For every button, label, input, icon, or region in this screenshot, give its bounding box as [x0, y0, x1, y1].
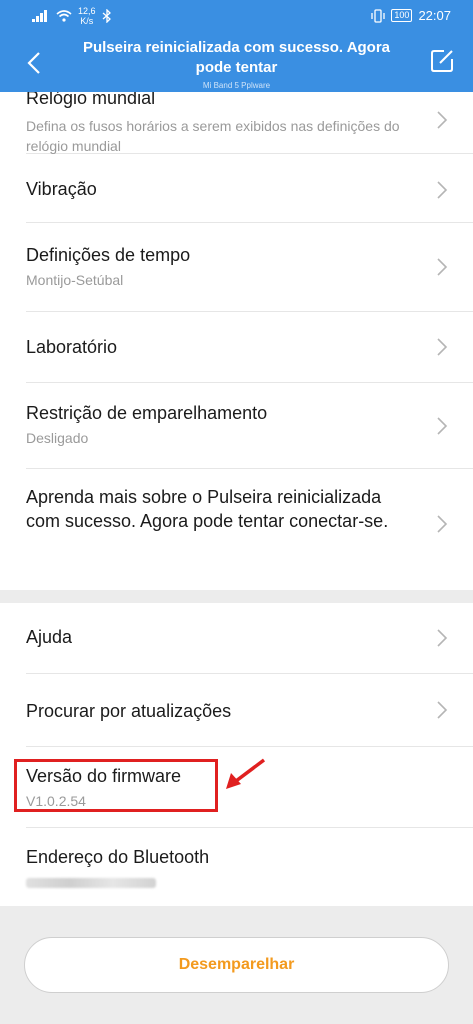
list-item-bluetooth-address: Endereço do Bluetooth — [26, 828, 473, 908]
list-item-pairing-restriction[interactable]: Restrição de emparelhamento Desligado — [26, 383, 473, 469]
list-item-time-settings[interactable]: Definições de tempo Montijo-Setúbal — [26, 223, 473, 312]
device-name: Mi Band 5 Pplware — [202, 81, 271, 90]
chevron-right-icon — [437, 416, 448, 435]
speed-unit: K/s — [80, 16, 94, 26]
row-title: Endereço do Bluetooth — [26, 847, 210, 867]
network-speed: 12,6 K/s — [78, 6, 96, 26]
status-right: 100 22:07 — [371, 8, 451, 23]
chevron-right-icon — [437, 515, 448, 533]
chevron-right-icon — [437, 110, 448, 129]
app-header: 12,6 K/s 100 22:07 Pulseira reinicializa… — [0, 0, 473, 92]
row-title: Relógio mundial — [26, 92, 156, 108]
row-title: Vibração — [26, 179, 97, 199]
signal-icon — [32, 10, 47, 22]
row-title: Restrição de emparelhamento — [26, 403, 268, 423]
row-title: Aprenda mais sobre o Pulseira reiniciali… — [26, 487, 389, 531]
bluetooth-icon — [102, 9, 111, 23]
about-card: Ajuda Procurar por atualizações Versão d… — [0, 603, 473, 906]
list-item-world-clock[interactable]: Relógio mundial Defina os fusos horários… — [26, 92, 473, 154]
row-title: Laboratório — [26, 337, 118, 357]
list-item-help[interactable]: Ajuda — [26, 603, 473, 674]
clock: 22:07 — [418, 8, 451, 23]
chevron-right-icon — [437, 338, 448, 356]
row-title: Ajuda — [26, 627, 73, 647]
list-item-check-updates[interactable]: Procurar por atualizações — [26, 674, 473, 747]
status-bar: 12,6 K/s 100 22:07 — [0, 0, 473, 34]
row-title: Definições de tempo — [26, 245, 191, 265]
page-title: Pulseira reinicializada com sucesso. Ago… — [82, 39, 391, 76]
blurred-address — [26, 878, 156, 888]
list-item-laboratory[interactable]: Laboratório — [26, 312, 473, 383]
speed-value: 12,6 — [78, 6, 96, 16]
unpair-button[interactable]: Desemparelhar — [24, 937, 449, 993]
annotation-highlight-box — [14, 759, 218, 812]
back-arrow-icon[interactable] — [18, 46, 52, 80]
list-item-vibration[interactable]: Vibração — [26, 157, 473, 223]
chevron-right-icon — [437, 629, 448, 647]
chevron-right-icon — [437, 258, 448, 276]
row-title: Procurar por atualizações — [26, 701, 232, 721]
chevron-right-icon — [437, 180, 448, 199]
annotation-arrow-icon — [226, 758, 266, 789]
edit-icon[interactable] — [427, 46, 457, 76]
row-subtitle: Defina os fusos horários a serem exibido… — [26, 118, 400, 154]
settings-card: Relógio mundial Defina os fusos horários… — [0, 92, 473, 590]
battery-icon: 100 — [391, 9, 413, 22]
row-subtitle: Desligado — [26, 430, 89, 446]
vibrate-icon — [371, 8, 386, 23]
status-left: 12,6 K/s — [32, 6, 112, 26]
list-item-learn-more[interactable]: Aprenda mais sobre o Pulseira reiniciali… — [26, 469, 473, 579]
chevron-right-icon — [437, 701, 448, 719]
wifi-icon — [56, 10, 72, 22]
row-subtitle: Montijo-Setúbal — [26, 272, 124, 288]
